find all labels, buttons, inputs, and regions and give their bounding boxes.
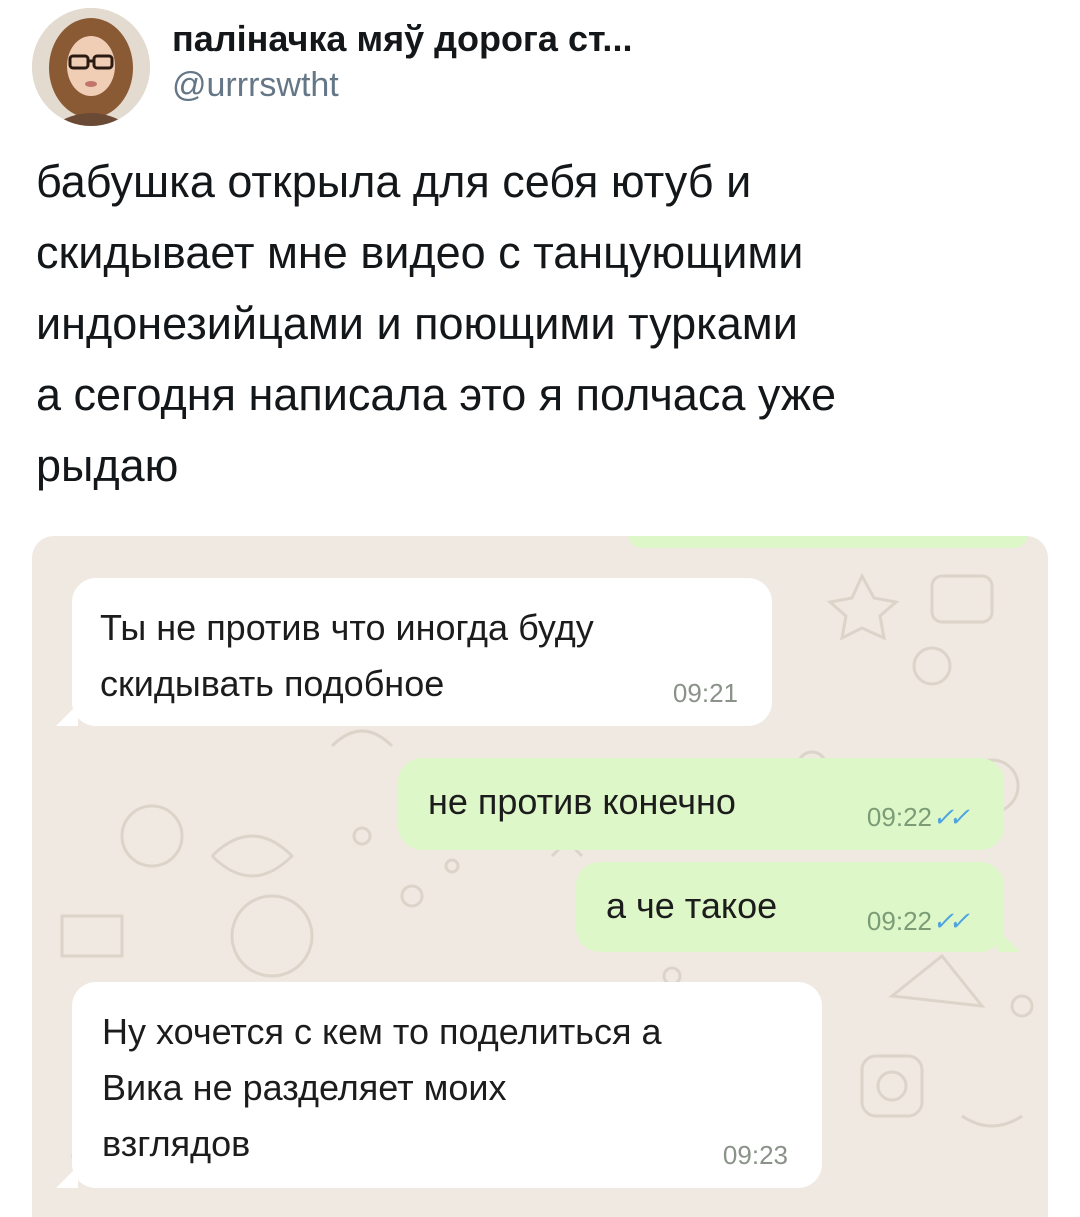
message-incoming[interactable]: Ты не против что иногда буду скидывать п… [72, 578, 772, 726]
bubble-tail [998, 930, 1020, 952]
bubble-tail [56, 1166, 78, 1188]
message-time: 09:22 [866, 802, 932, 832]
message-text: Ну хочется с кем то поделиться а Вика не… [102, 1011, 662, 1164]
message-outgoing[interactable]: не против конечно 09:22 ✓✓ [398, 758, 1004, 850]
message-text: Ты не против что иногда буду скидывать п… [100, 607, 594, 704]
message-incoming[interactable]: Ну хочется с кем то поделиться а Вика не… [72, 982, 822, 1188]
double-check-icon: ✓✓ [932, 802, 969, 832]
bubble-tail [56, 704, 78, 726]
avatar-image [32, 8, 150, 126]
message-time: 09:22 [866, 906, 932, 936]
previous-message-edge [628, 536, 1028, 548]
message-time: 09:21 [672, 678, 738, 708]
author-avatar[interactable] [32, 8, 150, 126]
author-handle[interactable]: @urrrswtht [172, 66, 339, 105]
chat-screenshot: Ты не против что иногда буду скидывать п… [32, 536, 1048, 1217]
tweet-text: бабушка открыла для себя ютуб и скидывае… [36, 156, 836, 491]
double-check-icon: ✓✓ [932, 906, 969, 936]
message-outgoing[interactable]: а че такое 09:22 ✓✓ [576, 862, 1004, 952]
author-name[interactable]: паліначка мяў дорога ст... [172, 18, 632, 60]
message-time: 09:23 [722, 1140, 788, 1170]
